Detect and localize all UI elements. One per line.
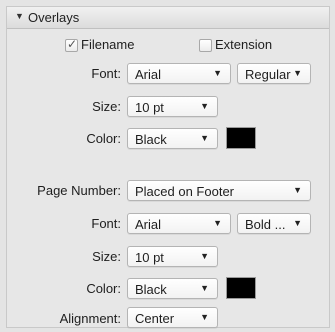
overlay-color-value: Black	[135, 132, 167, 147]
dropdown-arrow-icon: ▼	[200, 312, 209, 322]
extension-label[interactable]: Extension	[215, 37, 272, 52]
page-number-select[interactable]: Placed on Footer ▼	[127, 180, 311, 201]
page-number-label: Page Number:	[37, 183, 121, 198]
dropdown-arrow-icon: ▼	[293, 68, 302, 78]
page-size-select[interactable]: 10 pt ▼	[127, 246, 218, 267]
page-size-value: 10 pt	[135, 250, 164, 265]
checkmark-icon: ✓	[67, 37, 78, 51]
page-color-select[interactable]: Black ▼	[127, 278, 218, 299]
overlay-color-select[interactable]: Black ▼	[127, 128, 218, 149]
dropdown-arrow-icon: ▼	[200, 133, 209, 143]
page-size-label: Size:	[92, 249, 121, 264]
page-color-swatch[interactable]	[226, 277, 256, 299]
alignment-value: Center	[135, 311, 175, 326]
disclosure-triangle-icon[interactable]: ▼	[15, 11, 24, 21]
dropdown-arrow-icon: ▼	[213, 218, 222, 228]
dropdown-arrow-icon: ▼	[293, 218, 302, 228]
page-color-value: Black	[135, 282, 167, 297]
dropdown-arrow-icon: ▼	[200, 283, 209, 293]
page-font-style-select[interactable]: Bold ... ▼	[237, 213, 311, 234]
page-font-family-value: Arial	[135, 217, 162, 232]
overlay-size-select[interactable]: 10 pt ▼	[127, 96, 218, 117]
dropdown-arrow-icon: ▼	[293, 185, 302, 195]
overlay-font-family-select[interactable]: Arial ▼	[127, 63, 231, 84]
overlay-font-style-value: Regular	[245, 67, 291, 82]
filename-checkbox[interactable]: ✓	[65, 37, 78, 52]
section-title: Overlays	[28, 10, 80, 25]
page-font-family-select[interactable]: Arial ▼	[127, 213, 231, 234]
overlay-color-label: Color:	[86, 131, 121, 146]
overlay-color-swatch[interactable]	[226, 127, 256, 149]
dropdown-arrow-icon: ▼	[213, 68, 222, 78]
page-number-value: Placed on Footer	[135, 184, 235, 199]
alignment-select[interactable]: Center ▼	[127, 307, 218, 328]
alignment-label: Alignment:	[59, 311, 121, 326]
overlay-font-family-value: Arial	[135, 67, 162, 82]
overlay-font-style-select[interactable]: Regular ▼	[237, 63, 311, 84]
page-color-label: Color:	[86, 281, 121, 296]
extension-checkbox[interactable]	[199, 39, 212, 52]
overlay-size-value: 10 pt	[135, 100, 164, 115]
dropdown-arrow-icon: ▼	[200, 101, 209, 111]
overlays-panel: ▼ Overlays ✓ Filename Extension Font: Ar…	[6, 6, 330, 328]
overlay-size-label: Size:	[92, 99, 121, 114]
dropdown-arrow-icon: ▼	[200, 251, 209, 261]
overlay-font-label: Font:	[91, 66, 121, 81]
page-font-label: Font:	[91, 216, 121, 231]
page-font-style-value: Bold ...	[245, 217, 286, 232]
filename-label[interactable]: Filename	[81, 37, 134, 52]
overlays-section-header[interactable]: ▼ Overlays	[7, 7, 329, 29]
